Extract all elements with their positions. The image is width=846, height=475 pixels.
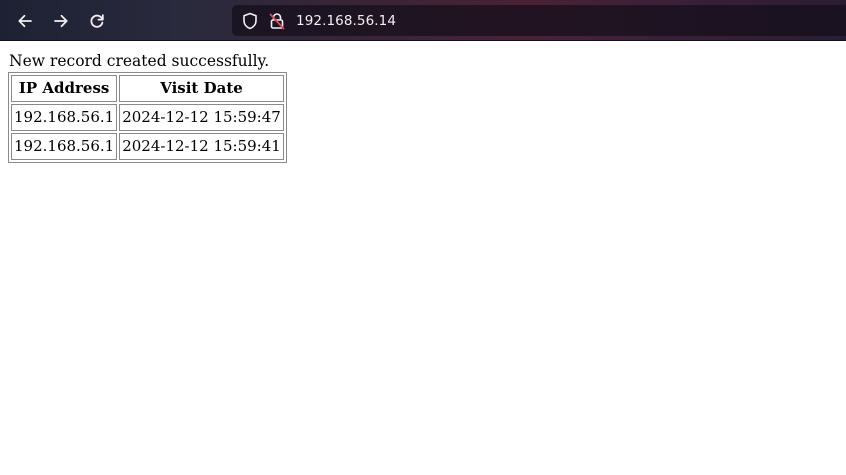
table-row: 192.168.56.1 2024-12-12 15:59:41	[11, 133, 284, 160]
insecure-lock-icon	[269, 12, 285, 29]
shield-icon	[243, 12, 257, 29]
page-content: New record created successfully. IP Addr…	[0, 41, 846, 475]
browser-window: 192.168.56.14 New record created success…	[0, 0, 846, 475]
back-button[interactable]	[12, 8, 38, 34]
browser-toolbar: 192.168.56.14	[0, 0, 846, 41]
arrow-left-icon	[18, 14, 32, 28]
arrow-right-icon	[54, 14, 68, 28]
ip-address-cell: 192.168.56.1	[11, 104, 118, 131]
status-message: New record created successfully.	[9, 52, 270, 70]
forward-button[interactable]	[48, 8, 74, 34]
address-bar[interactable]: 192.168.56.14	[232, 5, 846, 36]
visit-date-cell: 2024-12-12 15:59:41	[119, 133, 284, 160]
column-header-ip-address: IP Address	[11, 75, 118, 102]
connection-info-button[interactable]	[267, 11, 287, 31]
reload-button[interactable]	[84, 8, 110, 34]
table-header-row: IP Address Visit Date	[11, 75, 284, 102]
visits-table: IP Address Visit Date 192.168.56.1 2024-…	[8, 72, 287, 163]
url-text[interactable]: 192.168.56.14	[296, 13, 396, 29]
table-row: 192.168.56.1 2024-12-12 15:59:47	[11, 104, 284, 131]
visit-date-cell: 2024-12-12 15:59:47	[119, 104, 284, 131]
reload-icon	[90, 14, 104, 28]
ip-address-cell: 192.168.56.1	[11, 133, 118, 160]
tracking-protection-button[interactable]	[240, 11, 260, 31]
column-header-visit-date: Visit Date	[119, 75, 284, 102]
